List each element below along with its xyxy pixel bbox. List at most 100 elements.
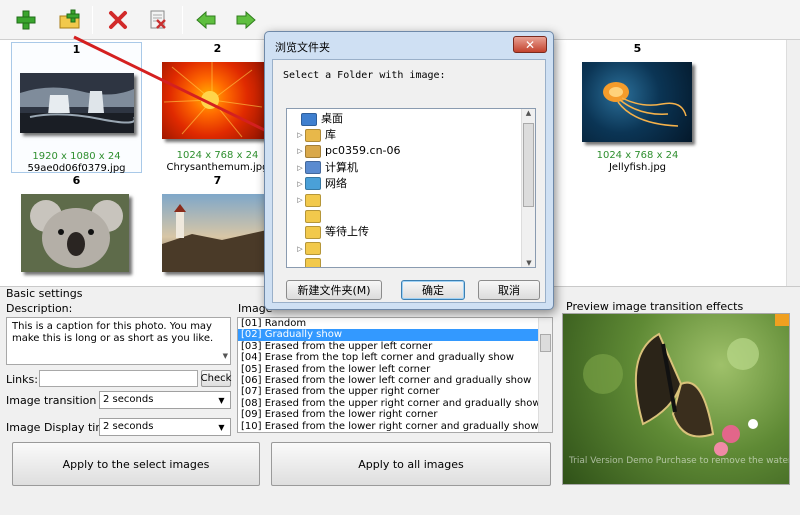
thumbnail-filename: Jellyfish.jpg	[608, 162, 667, 173]
folder-tree-item[interactable]: 桌面	[291, 111, 343, 127]
effect-item[interactable]: [03] Erased from the upper left corner	[238, 341, 538, 352]
thumbnail-item[interactable]: 6	[11, 174, 142, 286]
effects-scrollbar[interactable]	[538, 318, 552, 432]
display-time-value: 2 seconds	[103, 421, 154, 432]
computer-icon	[305, 161, 321, 175]
folder-tree-item[interactable]: ▷ 计算机	[291, 160, 358, 176]
folder-icon	[305, 258, 321, 267]
folder-tree-item[interactable]: ▷ 网络	[291, 176, 347, 192]
links-label: Links:	[6, 373, 38, 386]
transition-time-value: 2 seconds	[103, 394, 154, 405]
thumbnail-image	[582, 62, 692, 142]
thumbnail-number: 5	[633, 42, 642, 55]
expand-arrow-icon[interactable]: ▷	[295, 241, 305, 257]
folder-tree-item[interactable]: ▷	[291, 192, 325, 208]
folder-tree-label: 库	[325, 128, 336, 142]
apply-selected-button[interactable]: Apply to the select images	[12, 442, 260, 486]
document-remove-icon	[150, 10, 166, 29]
move-left-button[interactable]	[192, 6, 220, 34]
cancel-button[interactable]: 取消	[478, 280, 540, 300]
thumbnail-number: 6	[72, 174, 81, 187]
effect-item[interactable]: [02] Gradually show	[238, 329, 538, 341]
toolbar-separator	[182, 6, 183, 34]
folder-tree-item[interactable]: 等待上传	[291, 224, 369, 240]
expand-arrow-icon[interactable]: ▷	[295, 176, 305, 192]
folder-tree-label: 等待上传	[325, 225, 369, 239]
desktop-icon	[301, 112, 317, 126]
gallery-scrollbar[interactable]	[786, 40, 800, 286]
plus-icon	[16, 10, 36, 30]
effect-item[interactable]: [01] Random	[238, 318, 538, 329]
thumbnail-dimensions: 1920 x 1080 x 24	[32, 151, 121, 162]
links-input[interactable]	[39, 370, 198, 387]
folder-icon	[305, 225, 321, 239]
folder-tree-item[interactable]: ▷ pc0359.cn-06	[291, 143, 401, 159]
transition-effects-list[interactable]: [01] Random [02] Gradually show [03] Erase…	[237, 317, 553, 433]
user-folder-icon	[305, 144, 321, 158]
thumbnail-item[interactable]: 5 1024 x 768 x 24 Jellyfish.jpg	[572, 42, 703, 173]
red-x-icon	[109, 11, 127, 29]
folder-tree-item[interactable]: ▷ 库	[291, 127, 336, 143]
chevron-down-icon: ▼	[218, 395, 225, 405]
display-time-select[interactable]: 2 seconds ▼	[99, 418, 231, 436]
effect-item[interactable]: [07] Erased from the upper right corner	[238, 386, 538, 397]
effect-item[interactable]: [06] Erased from the lower left corner a…	[238, 375, 538, 386]
apply-all-button[interactable]: Apply to all images	[271, 442, 551, 486]
add-image-button[interactable]	[12, 6, 40, 34]
thumbnail-image	[20, 73, 136, 133]
basic-settings-title: Basic settings	[6, 287, 83, 300]
scroll-thumb[interactable]	[523, 123, 534, 207]
ok-button[interactable]: 确定	[401, 280, 465, 300]
folder-tree[interactable]: 桌面 ▷ 库 ▷ pc0359.cn-06 ▷ 计算机 ▷ 网络 ▷ 等待上传 ▷ ▲ ▼	[286, 108, 536, 268]
new-folder-button[interactable]: 新建文件夹(M)	[286, 280, 382, 300]
preview-title: Preview image transition effects	[566, 300, 744, 313]
check-button[interactable]: Check	[201, 370, 231, 387]
thumbnail-image	[162, 62, 265, 139]
description-label: Description:	[6, 302, 73, 315]
expand-arrow-icon[interactable]: ▷	[295, 127, 305, 143]
dialog-title: 浏览文件夹	[275, 41, 330, 54]
watermark-text: Trial Version Demo Purchase to remove th…	[569, 456, 789, 466]
scroll-up-icon: ▲	[525, 109, 532, 117]
expand-arrow-icon[interactable]: ▷	[295, 160, 305, 176]
delete-button[interactable]	[104, 6, 132, 34]
thumbnail-image	[162, 194, 267, 272]
scroll-thumb[interactable]	[540, 334, 551, 352]
settings-panel: Basic settings Description: This is a ca…	[0, 286, 800, 515]
browse-folder-dialog: 浏览文件夹 ✕ Select a Folder with image: 桌面 ▷ 库…	[264, 31, 554, 310]
scroll-down-icon: ▼	[222, 352, 228, 360]
effect-item[interactable]: [08] Erased from the upper right corner …	[238, 398, 541, 409]
thumbnail-item[interactable]: 1 1920 x 1080 x 24 59ae0d06f0379.jpg	[11, 42, 142, 174]
transition-time-select[interactable]: 2 seconds ▼	[99, 391, 231, 409]
folder-icon	[305, 193, 321, 207]
close-icon: ✕	[524, 37, 536, 52]
expand-arrow-icon[interactable]: ▷	[295, 192, 305, 208]
dialog-close-button[interactable]: ✕	[513, 36, 547, 53]
arrow-right-icon	[236, 11, 256, 29]
effect-item[interactable]: [09] Erased from the lower right corner	[238, 409, 538, 420]
folder-tree-item[interactable]	[291, 208, 325, 224]
thumbnail-filename: 59ae0d06f0379.jpg	[27, 163, 126, 174]
effect-item[interactable]: [05] Erased from the lower left corner	[238, 364, 538, 375]
preview-image: Trial Version Demo Purchase to remove th…	[562, 313, 790, 485]
clear-button[interactable]	[144, 6, 172, 34]
folder-tree-item[interactable]	[291, 257, 325, 267]
jellyfish-image	[603, 82, 687, 127]
folder-icon	[305, 242, 321, 256]
folder-tree-item[interactable]: ▷	[291, 241, 325, 257]
folder-tree-label: 网络	[325, 176, 347, 190]
folder-tree-label: 计算机	[325, 160, 358, 174]
description-text: This is a caption for this photo. You ma…	[12, 321, 214, 344]
library-icon	[305, 128, 321, 142]
add-folder-button[interactable]	[56, 6, 84, 34]
lighthouse-image	[162, 204, 267, 272]
toolbar-separator	[92, 6, 93, 34]
effect-item[interactable]: [04] Erase from the top left corner and …	[238, 352, 538, 363]
effect-item[interactable]: [10] Erased from the lower right corner …	[238, 421, 539, 432]
arrow-left-icon	[196, 11, 216, 29]
description-textarea[interactable]: This is a caption for this photo. You ma…	[6, 317, 231, 365]
expand-arrow-icon[interactable]: ▷	[295, 143, 305, 159]
move-right-button[interactable]	[232, 6, 260, 34]
tree-scrollbar[interactable]: ▲ ▼	[521, 109, 535, 267]
thumbnail-number: 1	[72, 43, 81, 56]
